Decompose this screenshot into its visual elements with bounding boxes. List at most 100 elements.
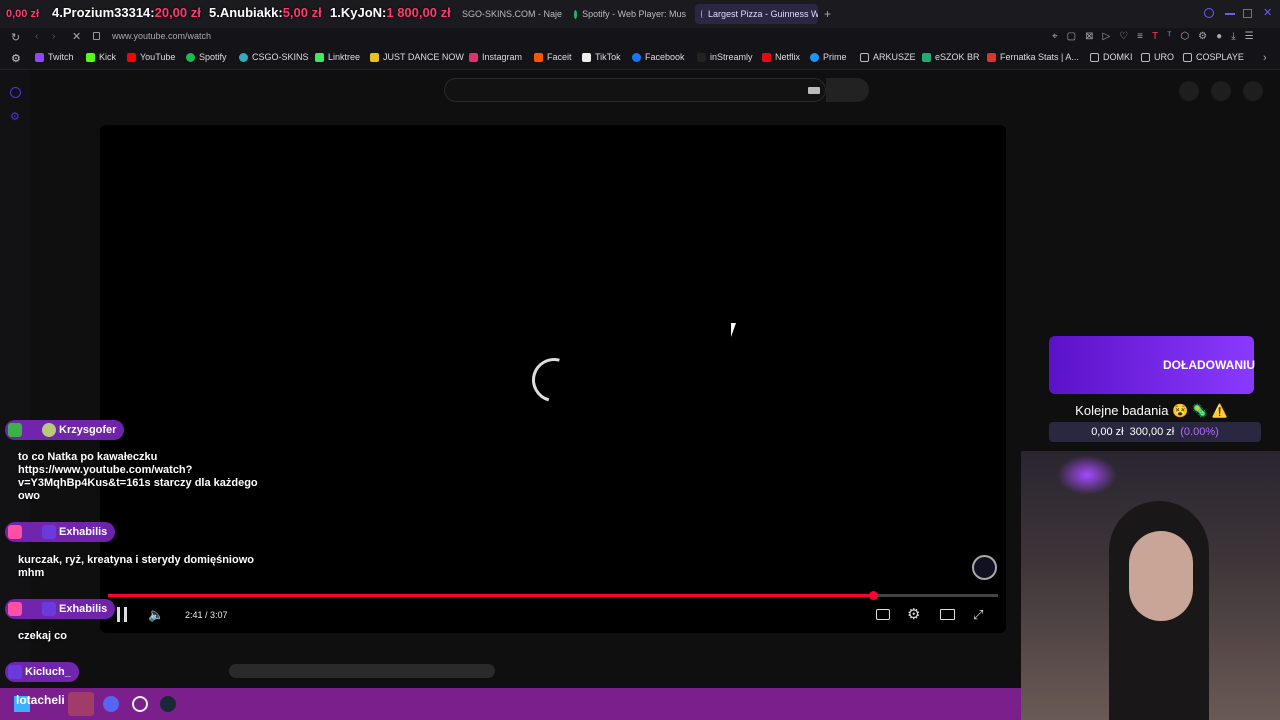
chat-user-pill: Krzysgofer	[5, 420, 125, 440]
keyboard-icon[interactable]	[808, 87, 820, 94]
bookmark-instreamly[interactable]: inStreamly	[697, 52, 753, 62]
sub-badge-icon	[25, 602, 39, 616]
bookmark-faceit[interactable]: Faceit	[534, 52, 572, 62]
theater-mode-icon[interactable]	[940, 609, 955, 620]
tab-largest-pizza[interactable]: Largest Pizza - Guinness W	[695, 4, 818, 24]
goal-progress: 0,00 zł 300,00 zł (0.00%)	[1049, 422, 1261, 442]
forward-icon[interactable]: ›	[52, 31, 55, 42]
donation-prefix: 0,00 zł	[6, 8, 40, 20]
tab-spotify[interactable]: Spotify - Web Player: Mus	[568, 4, 692, 24]
settings-gear-icon[interactable]: ⚙	[907, 605, 920, 623]
prime-badge-icon	[8, 665, 22, 679]
bookmark-folder-cosplaye[interactable]: COSPLAYE	[1183, 52, 1244, 62]
vpn-icon[interactable]: ≡	[1137, 31, 1143, 42]
back-icon[interactable]: ‹	[35, 31, 38, 42]
bookmark-twitch[interactable]: Twitch	[35, 52, 74, 62]
bookmark-youtube[interactable]: YouTube	[127, 52, 175, 62]
person-face	[1129, 531, 1193, 621]
screenshot-icon[interactable]: ▢	[1067, 31, 1076, 42]
stop-icon[interactable]: ✕	[72, 30, 81, 43]
progress-fill	[108, 594, 874, 597]
goal-percent: (0.00%)	[1180, 426, 1219, 438]
menu-icon[interactable]: ☰	[1245, 31, 1254, 42]
notifications-icon[interactable]	[1211, 81, 1231, 101]
bookmark-prime[interactable]: Prime	[810, 52, 847, 62]
guinness-watermark[interactable]	[972, 555, 997, 580]
taskbar-label: lotacheli	[16, 693, 65, 707]
bookmark-netflix[interactable]: Netflix	[762, 52, 800, 62]
bookmark-spotify[interactable]: Spotify	[186, 52, 227, 62]
tiktok-icon	[582, 52, 591, 62]
spotify-icon	[186, 52, 195, 62]
extensions-bar: ⌖ ▢ ⊠ ▷ ♡ ≡ T ᵀ ⬡ ⚙ ● ⤓ ☰	[1052, 31, 1254, 42]
url-field[interactable]: www.youtube.com/watch	[112, 31, 211, 41]
webcam-feed	[1021, 451, 1280, 720]
new-tab-button[interactable]: +	[824, 7, 831, 21]
maximize-icon[interactable]	[1243, 9, 1252, 18]
bookmark-csgo-skins[interactable]: CSGO-SKINS	[239, 52, 309, 62]
lock-icon	[93, 32, 100, 40]
reload-icon[interactable]: ↻	[11, 31, 20, 44]
obs-icon[interactable]	[132, 696, 148, 712]
cursor-icon	[731, 323, 741, 337]
sidebar-rail: ⚙	[0, 70, 30, 690]
bookmark-facebook[interactable]: Facebook	[632, 52, 685, 62]
active-app-icon[interactable]	[68, 692, 94, 716]
subtitles-icon[interactable]	[876, 609, 890, 620]
download-icon[interactable]: ⤓	[1231, 31, 1235, 42]
twitch-icon	[35, 52, 44, 62]
puzzle-icon[interactable]: ⬡	[1180, 31, 1189, 42]
settings-icon[interactable]: ⚙	[1198, 31, 1207, 42]
red-extension-icon[interactable]: T	[1152, 31, 1158, 42]
tab-label: SGO-SKINS.COM - Naje	[462, 9, 563, 19]
bookmark-just-dance[interactable]: JUST DANCE NOW	[370, 52, 464, 62]
pin-icon[interactable]: ⌖	[1052, 31, 1058, 42]
tab-csgo-skins[interactable]: SGO-SKINS.COM - Naje	[456, 4, 566, 24]
history-icon[interactable]	[10, 87, 21, 98]
browser-tab-strip: 0,00 zł 4.Prozium33314:20,00 zł 5.Anubia…	[0, 0, 1280, 28]
pause-icon[interactable]	[117, 607, 127, 622]
bookmark-tiktok[interactable]: TikTok	[582, 52, 621, 62]
bookmark-eszok[interactable]: eSZOK BR	[922, 52, 980, 62]
tab-label: Spotify - Web Player: Mus	[582, 9, 686, 19]
fullscreen-icon[interactable]: ⤢	[973, 607, 983, 623]
prime-badge-icon	[42, 602, 56, 616]
folder-icon	[1141, 52, 1150, 62]
goal-current: 0,00 zł	[1091, 426, 1124, 438]
settings-icon[interactable]: ⚙	[10, 110, 20, 123]
search-button[interactable]	[826, 78, 869, 102]
discord-icon[interactable]	[103, 696, 119, 712]
search-icon[interactable]	[1204, 8, 1214, 18]
bookmarks-bar: ⚙ Twitch Kick YouTube Spotify CSGO-SKINS…	[0, 48, 1280, 70]
close-icon[interactable]: ✕	[1263, 6, 1272, 19]
bookmark-fernatka[interactable]: Fernatka Stats | A...	[987, 52, 1079, 62]
extensions-gear-icon[interactable]: ⚙	[11, 52, 21, 65]
bookmark-folder-uro[interactable]: URO	[1141, 52, 1174, 62]
purple-light	[1057, 455, 1117, 495]
teal-extension-icon[interactable]: ᵀ	[1167, 31, 1171, 42]
bookmark-folder-domki[interactable]: DOMKI	[1090, 52, 1133, 62]
spotify-icon	[574, 9, 578, 19]
heart-icon[interactable]: ♡	[1119, 31, 1128, 42]
profile-icon[interactable]: ●	[1216, 31, 1222, 42]
loading-icon	[701, 10, 703, 18]
search-input[interactable]	[444, 78, 826, 102]
bookmark-linktree[interactable]: Linktree	[315, 52, 360, 62]
address-bar-row: ↻ ‹ › ✕ www.youtube.com/watch ⌖ ▢ ⊠ ▷ ♡ …	[0, 28, 1280, 48]
share-icon[interactable]: ⊠	[1085, 31, 1093, 42]
volume-icon[interactable]: 🔈	[148, 607, 164, 623]
bookmarks-overflow-icon[interactable]: ›	[1263, 52, 1267, 64]
create-icon[interactable]	[1179, 81, 1199, 101]
chat-username: Exhabilis	[59, 603, 108, 615]
bookmark-instagram[interactable]: Instagram	[469, 52, 522, 62]
youtube-icon	[127, 52, 136, 62]
bookmark-folder-arkusze[interactable]: ARKUSZE	[860, 52, 916, 62]
linktree-icon	[315, 52, 324, 62]
avatar[interactable]	[1243, 81, 1263, 101]
bookmark-kick[interactable]: Kick	[86, 52, 116, 62]
netflix-icon	[762, 52, 771, 62]
play-icon[interactable]: ▷	[1102, 31, 1110, 42]
minimize-icon[interactable]	[1225, 13, 1235, 15]
steam-icon[interactable]	[160, 696, 176, 712]
chat-message: to co Natka po kawałeczku https://www.yo…	[18, 451, 258, 502]
